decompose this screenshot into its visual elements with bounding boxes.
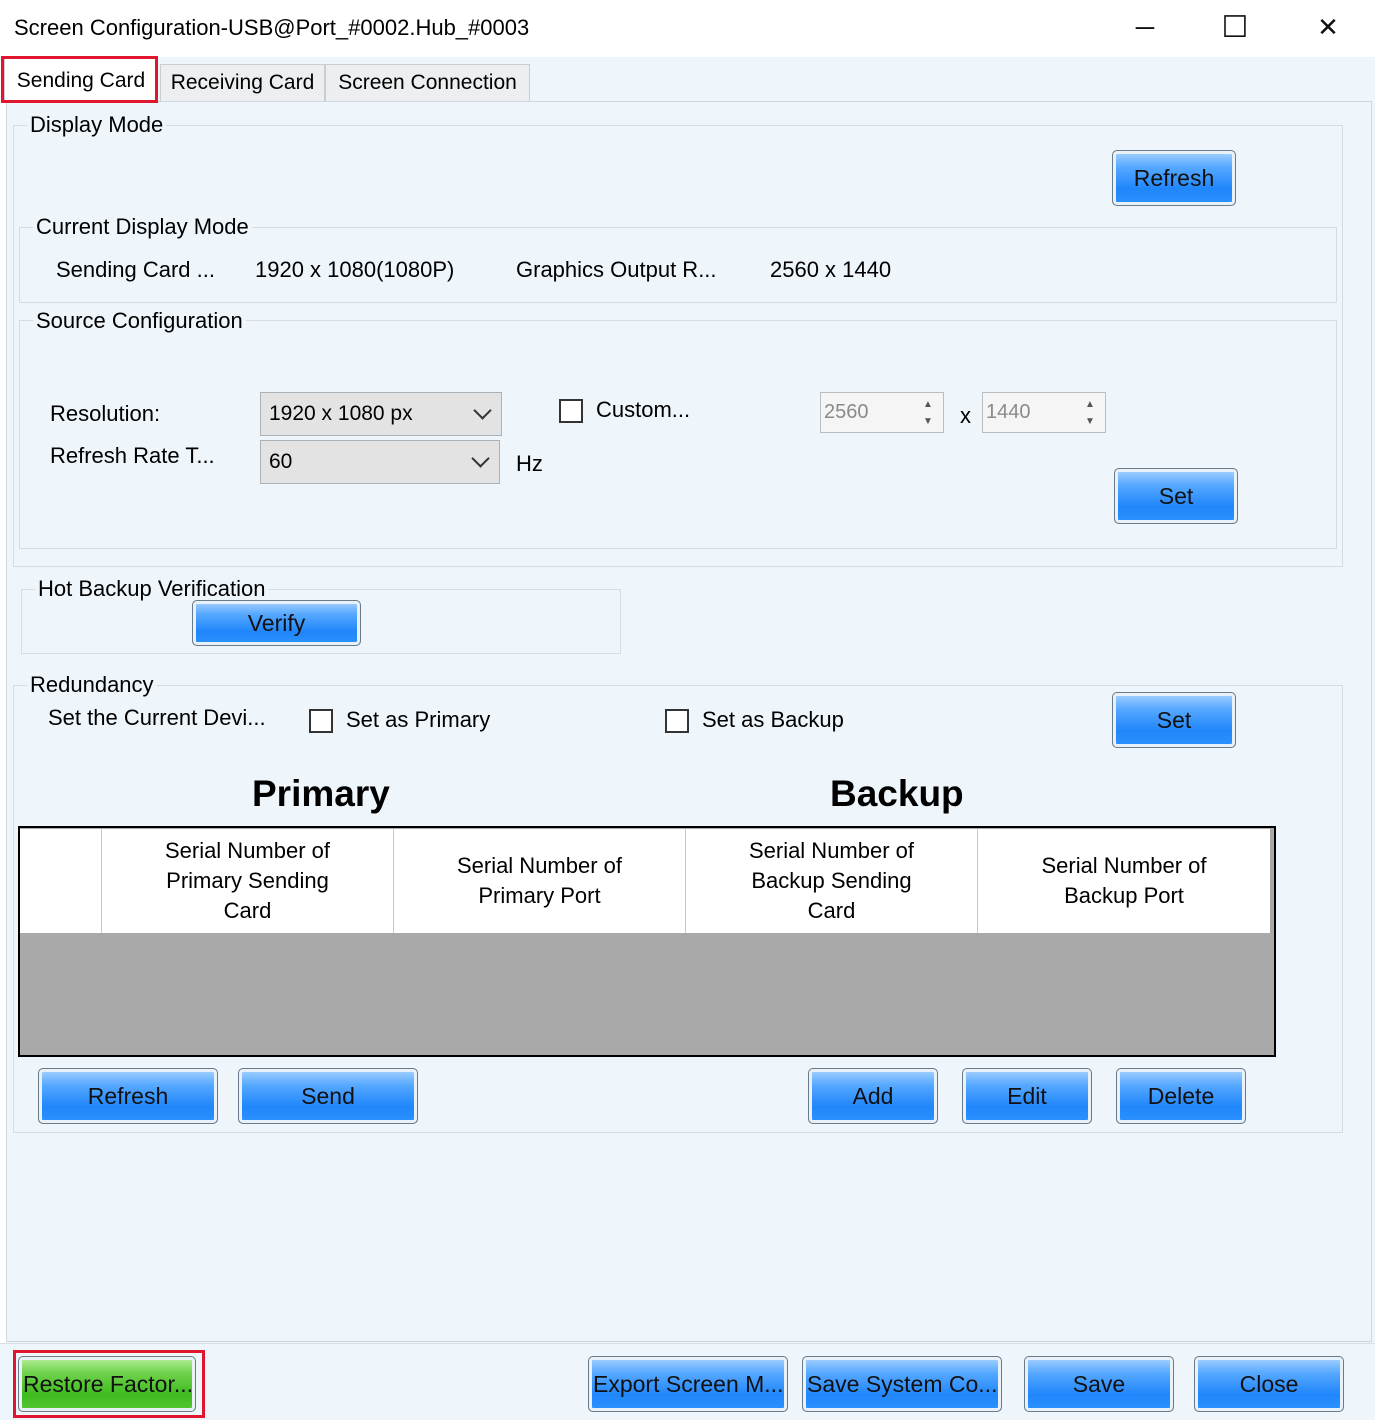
set-primary-checkbox[interactable] (309, 709, 333, 733)
display-refresh-button[interactable]: Refresh (1112, 150, 1236, 206)
edit-button[interactable]: Edit (962, 1068, 1092, 1124)
redundancy-set-button[interactable]: Set (1112, 692, 1236, 748)
tab-screen-connection[interactable]: Screen Connection (325, 64, 530, 101)
current-display-mode-label: Current Display Mode (33, 214, 252, 240)
restore-factory-button[interactable]: Restore Factor... (18, 1356, 196, 1412)
delete-button[interactable]: Delete (1116, 1068, 1246, 1124)
close-icon: ✕ (1317, 12, 1339, 42)
resolution-select[interactable]: 1920 x 1080 px (260, 392, 502, 436)
current-device-label: Set the Current Devi... (48, 705, 266, 730)
hot-backup-label: Hot Backup Verification (35, 576, 269, 602)
add-button[interactable]: Add (808, 1068, 938, 1124)
refresh-rate-label: Refresh Rate T... (50, 443, 215, 468)
refresh-rate-value: 60 (269, 450, 293, 473)
set-backup-label: Set as Backup (702, 707, 844, 732)
display-mode-label: Display Mode (27, 112, 167, 138)
maximize-button[interactable]: ☐ (1190, 0, 1280, 55)
column-header-primary-sending-card[interactable]: Serial Number of Primary Sending Card (102, 829, 394, 933)
spin-up-icon[interactable]: ▲ (1079, 396, 1101, 412)
source-config-label: Source Configuration (33, 308, 246, 334)
close-window-button[interactable]: ✕ (1283, 0, 1373, 55)
sending-card-mode-label: Sending Card ... (56, 257, 215, 282)
export-screen-button[interactable]: Export Screen M... (588, 1356, 788, 1412)
column-header-backup-port[interactable]: Serial Number of Backup Port (978, 829, 1270, 933)
resolution-value: 1920 x 1080 px (269, 402, 413, 425)
custom-checkbox[interactable] (559, 399, 583, 423)
set-primary-label: Set as Primary (346, 707, 491, 732)
tab-sending-card[interactable]: Sending Card (4, 58, 158, 103)
spin-down-icon[interactable]: ▼ (1079, 413, 1101, 429)
maximize-icon: ☐ (1221, 11, 1249, 44)
redundancy-refresh-button[interactable]: Refresh (38, 1068, 218, 1124)
graphics-output-value: 2560 x 1440 (770, 257, 892, 282)
column-header-backup-sending-card[interactable]: Serial Number of Backup Sending Card (686, 829, 978, 933)
close-button[interactable]: Close (1194, 1356, 1344, 1412)
window-title: Screen Configuration-USB@Port_#0002.Hub_… (14, 15, 530, 40)
chevron-down-icon (473, 401, 492, 420)
custom-height-input[interactable]: 1440 ▲ ▼ (982, 392, 1106, 433)
save-button[interactable]: Save (1024, 1356, 1174, 1412)
save-system-config-button[interactable]: Save System Co... (802, 1356, 1002, 1412)
redundancy-label: Redundancy (27, 672, 157, 698)
send-button[interactable]: Send (238, 1068, 418, 1124)
custom-width-input[interactable]: 2560 ▲ ▼ (820, 392, 944, 433)
column-header-index[interactable] (20, 829, 102, 933)
resolution-label: Resolution: (50, 401, 161, 426)
minimize-button[interactable]: ─ (1100, 0, 1190, 55)
set-backup-checkbox[interactable] (665, 709, 689, 733)
tab-receiving-card[interactable]: Receiving Card (160, 64, 325, 101)
custom-label: Custom... (596, 397, 691, 422)
graphics-output-label: Graphics Output R... (516, 257, 717, 282)
chevron-down-icon (471, 449, 490, 468)
column-header-primary-port[interactable]: Serial Number of Primary Port (394, 829, 686, 933)
backup-header: Backup (830, 773, 964, 814)
primary-header: Primary (252, 773, 390, 814)
spin-up-icon[interactable]: ▲ (917, 396, 939, 412)
spin-down-icon[interactable]: ▼ (917, 413, 939, 429)
verify-button[interactable]: Verify (192, 600, 361, 646)
refresh-rate-select[interactable]: 60 (260, 440, 500, 484)
minimize-icon: ─ (1135, 12, 1155, 42)
times-symbol: x (960, 403, 971, 428)
source-set-button[interactable]: Set (1114, 468, 1238, 524)
hz-unit: Hz (516, 451, 543, 476)
sending-card-mode-value: 1920 x 1080(1080P) (255, 257, 455, 282)
